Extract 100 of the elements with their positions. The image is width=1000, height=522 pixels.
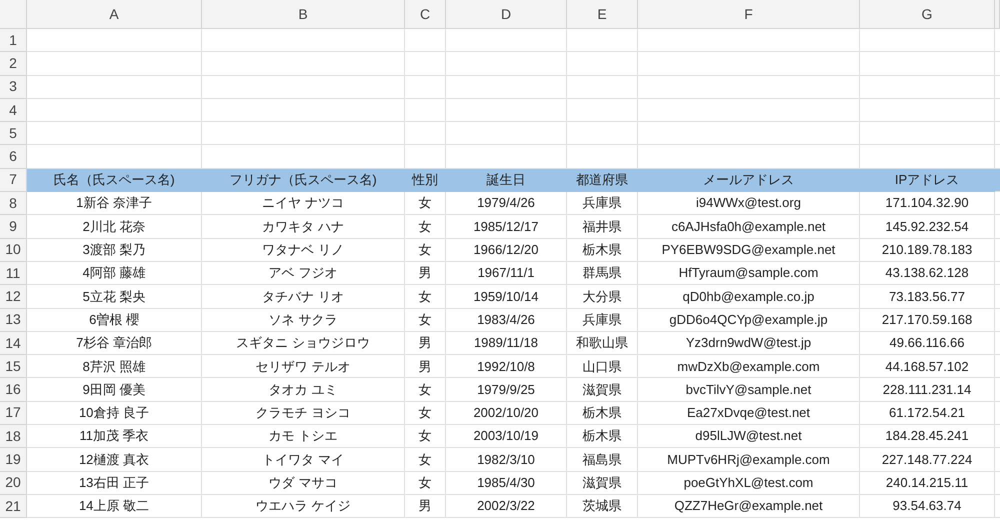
table-cell: 2川北 花奈 — [27, 215, 202, 239]
table-cell: ソネ サクラ — [202, 308, 405, 332]
empty-cell — [405, 98, 446, 122]
table-cell: Ea27xDvqe@test.net — [638, 402, 860, 426]
table-cell: 群馬県 — [567, 262, 638, 286]
table-cell: 福井県 — [567, 215, 638, 239]
empty-cell — [567, 98, 638, 122]
empty-cell — [405, 52, 446, 76]
table-cell: 12樋渡 真衣 — [27, 448, 202, 472]
table-cell: 240.14.215.11 — [860, 472, 995, 495]
table-cell: 1985/4/30 — [446, 472, 567, 495]
header-cell: IPアドレス — [860, 168, 995, 192]
table-cell: タオカ ユミ — [202, 378, 405, 402]
table-cell: 73.183.56.77 — [860, 285, 995, 309]
table-cell: 61.172.54.21 — [860, 402, 995, 426]
row-header: 5 — [0, 122, 27, 146]
table-cell: 女 — [405, 402, 446, 426]
select-all-corner[interactable] — [0, 0, 27, 29]
table-cell: 1新谷 奈津子 — [27, 192, 202, 216]
empty-cell — [567, 52, 638, 76]
table-cell: 滋賀県 — [567, 472, 638, 495]
table-cell: ウダ マサコ — [202, 472, 405, 495]
table-cell: 男 — [405, 262, 446, 286]
column-header: C — [405, 0, 446, 29]
table-cell: 1979/9/25 — [446, 378, 567, 402]
row-header: 3 — [0, 76, 27, 99]
table-cell: i94WWx@test.org — [638, 192, 860, 216]
row-header: 10 — [0, 238, 27, 262]
table-cell: MUPTv6HRj@example.com — [638, 448, 860, 472]
table-cell: 11加茂 季衣 — [27, 425, 202, 448]
table-cell: ニイヤ ナツコ — [202, 192, 405, 216]
table-cell: 1959/10/14 — [446, 285, 567, 309]
table-cell: 44.168.57.102 — [860, 355, 995, 378]
column-header: E — [567, 0, 638, 29]
table-cell: 93.54.63.74 — [860, 494, 995, 518]
table-cell: 1992/10/8 — [446, 355, 567, 378]
table-cell: タチバナ リオ — [202, 285, 405, 309]
table-cell: 福島県 — [567, 448, 638, 472]
table-cell: 茨城県 — [567, 494, 638, 518]
table-cell: 女 — [405, 215, 446, 239]
empty-cell — [567, 76, 638, 99]
table-cell: 女 — [405, 192, 446, 216]
table-cell: 184.28.45.241 — [860, 425, 995, 448]
table-cell: QZZ7HeGr@example.net — [638, 494, 860, 518]
table-cell: 1979/4/26 — [446, 192, 567, 216]
column-header: A — [27, 0, 202, 29]
table-cell: 49.66.116.66 — [860, 332, 995, 356]
table-cell: 兵庫県 — [567, 308, 638, 332]
table-cell: 1985/12/17 — [446, 215, 567, 239]
table-cell: 2002/3/22 — [446, 494, 567, 518]
table-cell: アベ フジオ — [202, 262, 405, 286]
header-cell: 性別 — [405, 168, 446, 192]
table-cell: 女 — [405, 378, 446, 402]
table-cell: 2002/10/20 — [446, 402, 567, 426]
row-header: 2 — [0, 52, 27, 76]
column-header: F — [638, 0, 860, 29]
table-cell: 兵庫県 — [567, 192, 638, 216]
table-cell: スギタニ ショウジロウ — [202, 332, 405, 356]
table-cell: 14上原 敬二 — [27, 494, 202, 518]
table-cell: 女 — [405, 308, 446, 332]
header-cell: 誕生日 — [446, 168, 567, 192]
table-cell: 1982/3/10 — [446, 448, 567, 472]
header-cell: フリガナ（氏スペース名) — [202, 168, 405, 192]
table-cell: 43.138.62.128 — [860, 262, 995, 286]
table-cell: クラモチ ヨシコ — [202, 402, 405, 426]
row-header: 18 — [0, 425, 27, 448]
row-header: 1 — [0, 29, 27, 52]
empty-cell — [567, 122, 638, 146]
table-cell: 山口県 — [567, 355, 638, 378]
table-cell: gDD6o4QCYp@example.jp — [638, 308, 860, 332]
table-cell: Yz3drn9wdW@test.jp — [638, 332, 860, 356]
table-cell: 男 — [405, 494, 446, 518]
table-cell: 13右田 正子 — [27, 472, 202, 495]
table-cell: 女 — [405, 472, 446, 495]
table-cell: 男 — [405, 332, 446, 356]
header-cell: メールアドレス — [638, 168, 860, 192]
table-cell: 6曽根 櫻 — [27, 308, 202, 332]
table-cell: 1967/11/1 — [446, 262, 567, 286]
row-header: 15 — [0, 355, 27, 378]
empty-cell — [405, 122, 446, 146]
table-cell: 8芹沢 照雄 — [27, 355, 202, 378]
table-cell: セリザワ テルオ — [202, 355, 405, 378]
row-header: 12 — [0, 285, 27, 309]
row-header: 16 — [0, 378, 27, 402]
table-cell: 和歌山県 — [567, 332, 638, 356]
empty-cell — [405, 76, 446, 99]
table-cell: 女 — [405, 285, 446, 309]
table-cell: HfTyraum@sample.com — [638, 262, 860, 286]
table-cell: 1983/4/26 — [446, 308, 567, 332]
table-cell: 7杉谷 章治郎 — [27, 332, 202, 356]
table-cell: カモ トシエ — [202, 425, 405, 448]
table-cell: 栃木県 — [567, 402, 638, 426]
table-cell: 大分県 — [567, 285, 638, 309]
column-header: D — [446, 0, 567, 29]
column-header: G — [860, 0, 995, 29]
table-cell: 171.104.32.90 — [860, 192, 995, 216]
table-cell: bvcTilvY@sample.net — [638, 378, 860, 402]
table-cell: 女 — [405, 425, 446, 448]
row-header: 19 — [0, 448, 27, 472]
table-cell: 3渡部 梨乃 — [27, 238, 202, 262]
